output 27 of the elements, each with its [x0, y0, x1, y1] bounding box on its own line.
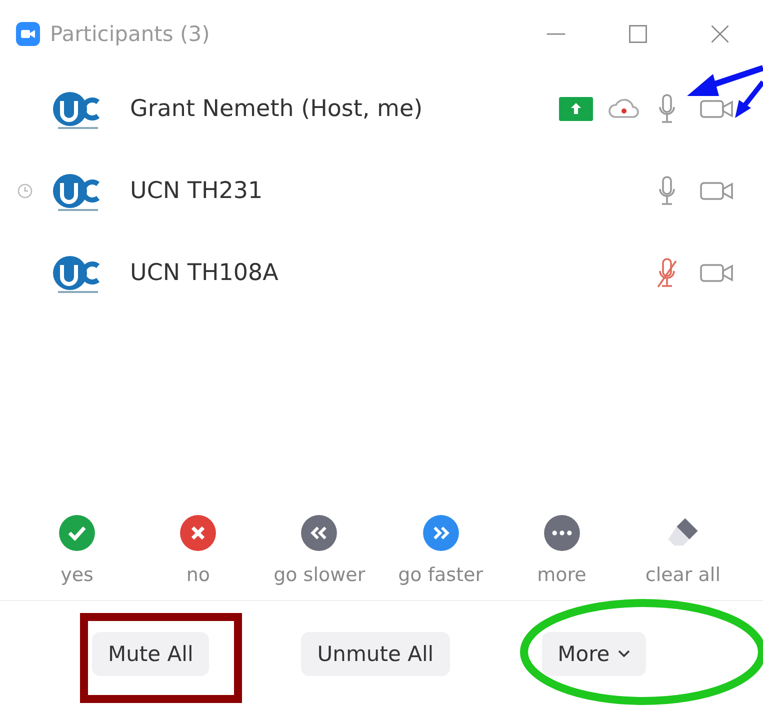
fast-forward-icon[interactable]	[422, 514, 460, 552]
microphone-icon[interactable]	[657, 93, 677, 125]
cross-icon[interactable]	[179, 514, 218, 552]
video-camera-icon[interactable]	[699, 97, 735, 121]
muted-microphone-icon[interactable]	[657, 257, 677, 289]
maximize-icon[interactable]	[627, 23, 649, 45]
action-button[interactable]: Unmute All	[301, 632, 450, 676]
participant-name: Grant Nemeth (Host, me)	[130, 96, 423, 122]
reaction-label: more	[537, 564, 586, 586]
ellipsis-icon[interactable]	[542, 514, 581, 552]
participant-name: UCN TH108A	[130, 260, 278, 286]
video-camera-icon[interactable]	[699, 261, 735, 285]
video-camera-icon[interactable]	[699, 179, 735, 203]
participant-name: UCN TH231	[130, 178, 263, 204]
reaction-label: clear all	[645, 564, 720, 586]
reaction-label: go slower	[274, 564, 366, 586]
action-button[interactable]: Mute All	[92, 632, 210, 676]
close-icon[interactable]	[709, 23, 731, 45]
microphone-icon[interactable]	[657, 175, 677, 207]
window-title: Participants (3)	[50, 22, 210, 46]
reaction-label: go faster	[398, 564, 484, 586]
reaction-label: no	[186, 564, 210, 586]
checkmark-icon[interactable]	[58, 514, 96, 552]
rewind-icon[interactable]	[300, 514, 338, 552]
camera-logo-icon	[16, 22, 40, 46]
reaction-label: yes	[60, 564, 94, 586]
action-button[interactable]: More	[542, 632, 646, 676]
